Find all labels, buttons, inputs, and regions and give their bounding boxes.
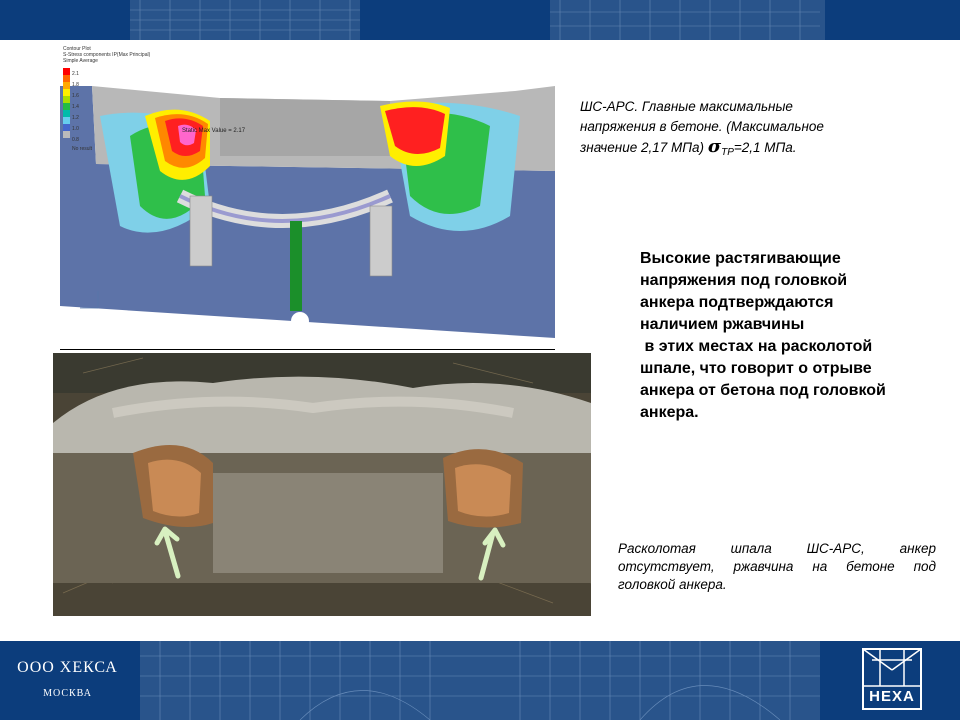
divider-line	[60, 349, 555, 350]
photo-caption: Расколотая шпала ШС-АРС, анкер отсутству…	[618, 541, 936, 592]
plot-caption-line: напряжения в бетоне. (Максимальное	[580, 119, 824, 134]
footer-band	[0, 641, 960, 720]
conclusion-line: напряжения под головкой	[640, 272, 848, 289]
max-value-annotation: Static Max Value = 2.17	[182, 128, 246, 134]
plot-caption-line: значение 2,17 МПа) σTP=2,1 МПа.	[580, 137, 880, 163]
sigma-symbol: σ	[707, 136, 722, 157]
legend-scale	[63, 68, 70, 138]
legend-value-4: 1.4	[72, 104, 79, 110]
plot-meta-line: Simple Average	[63, 58, 98, 64]
company-name: ООО ХЕКСА	[17, 659, 118, 676]
legend-no-result: No result	[72, 146, 93, 152]
mesh-pattern	[140, 641, 820, 720]
conclusion-line: анкера подтверждаются	[640, 294, 834, 311]
plot-meta: Contour Plot S-Stress components IP(Max …	[63, 46, 150, 64]
conclusion-line: анкера.	[640, 404, 699, 421]
header-band	[0, 0, 960, 40]
conclusion-line: шпале, что говорит о отрыве	[640, 360, 872, 377]
legend-value-1: 2.1	[72, 71, 79, 77]
contour-plot: 2.1 1.8 1.6 1.4 1.2 1.0 0.8 No result St…	[60, 46, 555, 338]
plot-caption-value: значение 2,17 МПа)	[580, 140, 708, 155]
logo-text: HEXA	[869, 688, 915, 705]
sigma-subscript: TP	[721, 147, 734, 158]
sleeper-photo	[53, 353, 591, 616]
legend-value-3: 1.6	[72, 93, 79, 99]
legend-value-7: 0.8	[72, 137, 79, 143]
company-city: МОСКВА	[43, 688, 92, 699]
plot-caption-limit: =2,1 МПа.	[733, 140, 797, 155]
conclusion-line: Высокие растягивающие	[640, 250, 841, 267]
conclusion-line: анкера от бетона под головкой	[640, 382, 886, 399]
conclusion-text: Высокие растягивающие напряжения под гол…	[640, 248, 925, 424]
mesh-pattern	[130, 0, 825, 40]
conclusion-line: наличием ржавчины	[640, 316, 805, 333]
legend-value-6: 1.0	[72, 126, 79, 132]
plot-caption: ШС-АРС. Главные максимальные напряжения …	[580, 97, 880, 163]
conclusion-line: в этих местах на расколотой	[640, 338, 873, 355]
plot-caption-line: ШС-АРС. Главные максимальные	[580, 99, 793, 114]
legend-value-2: 1.8	[72, 82, 79, 88]
legend-value-5: 1.2	[72, 115, 79, 121]
